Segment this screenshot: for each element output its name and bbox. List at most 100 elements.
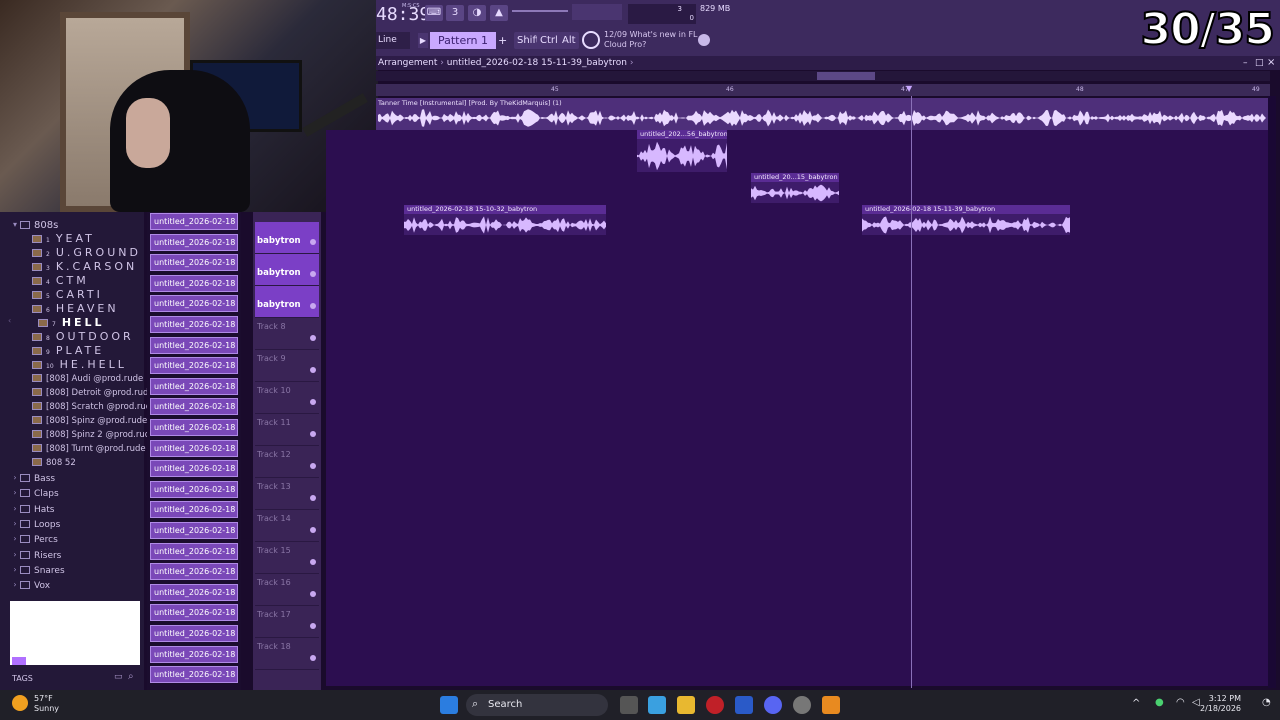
- track-mute-led[interactable]: [310, 335, 316, 341]
- channel-button[interactable]: untitled_2026-02-18 15-...: [150, 295, 238, 313]
- channel-button[interactable]: untitled_2026-02-18 15-...: [150, 480, 238, 498]
- volume-icon[interactable]: ◁: [1192, 697, 1200, 708]
- browser-item[interactable]: 10 HE.HELL: [32, 358, 127, 372]
- channel-button[interactable]: untitled_2026-02-18 15-...: [150, 398, 238, 416]
- channel-button[interactable]: untitled_2026-02-18 15-...: [150, 377, 238, 395]
- preview-play-icon[interactable]: [12, 657, 26, 665]
- browser-folder[interactable]: › Bass: [10, 471, 55, 485]
- file-explorer-icon[interactable]: [677, 696, 695, 714]
- microphone-icon[interactable]: ●: [1155, 697, 1164, 708]
- vertical-scroll-bar[interactable]: [1268, 96, 1276, 688]
- snap-mode-select[interactable]: Line: [376, 32, 410, 49]
- browser-folder[interactable]: › Percs: [10, 532, 57, 546]
- track-mute-led[interactable]: [310, 655, 316, 661]
- browser-item[interactable]: 2 U.GROUND: [32, 246, 141, 260]
- track-mute-led[interactable]: [310, 495, 316, 501]
- channel-button[interactable]: untitled_2026-02-18 15-...: [150, 357, 238, 375]
- step-edit-icon[interactable]: 3: [446, 5, 464, 21]
- browser-item[interactable]: [808] Audi @prod.rude: [32, 372, 143, 386]
- channel-button[interactable]: untitled_2026-02-18 15-...: [150, 666, 238, 684]
- track-header[interactable]: Track 10: [255, 382, 319, 414]
- task-view-icon[interactable]: [620, 696, 638, 714]
- track-header[interactable]: babytron: [255, 254, 319, 286]
- channel-button[interactable]: untitled_2026-02-18 15-...: [150, 501, 238, 519]
- master-pitch-slider[interactable]: [512, 10, 568, 12]
- track-mute-led[interactable]: [310, 271, 316, 277]
- browser-item[interactable]: [808] Detroit @prod.rude: [32, 386, 154, 400]
- track-header[interactable]: Track 18: [255, 638, 319, 670]
- channel-button[interactable]: untitled_2026-02-18 15-...: [150, 336, 238, 354]
- channel-button[interactable]: untitled_2026-02-18 15-...: [150, 460, 238, 478]
- obs-icon[interactable]: [793, 696, 811, 714]
- store-icon[interactable]: [735, 696, 753, 714]
- minimize-icon[interactable]: –: [1243, 58, 1248, 68]
- browser-item[interactable]: 1 YEAT: [32, 232, 95, 246]
- browser-item[interactable]: 3 K.CARSON: [32, 260, 137, 274]
- track-header[interactable]: Track 15: [255, 542, 319, 574]
- track-mute-led[interactable]: [310, 399, 316, 405]
- metronome-icon[interactable]: ▲: [490, 5, 508, 21]
- close-icon[interactable]: ×: [1267, 57, 1275, 68]
- channel-button[interactable]: untitled_2026-02-18 15-...: [150, 439, 238, 457]
- channel-button[interactable]: untitled_2026-02-18 15-...: [150, 316, 238, 333]
- browser-item[interactable]: 6 HEAVEN: [32, 302, 119, 316]
- browser-item[interactable]: [808] Spinz 2 @prod.rude: [32, 428, 155, 442]
- opera-icon[interactable]: [706, 696, 724, 714]
- track-header[interactable]: Track 16: [255, 574, 319, 606]
- copilot-icon[interactable]: [648, 696, 666, 714]
- tray-chevron-icon[interactable]: ^: [1132, 698, 1140, 709]
- browser-item[interactable]: 7 HELL: [38, 316, 105, 330]
- track-mute-led[interactable]: [310, 527, 316, 533]
- track-mute-led[interactable]: [310, 239, 316, 245]
- track-mute-led[interactable]: [310, 559, 316, 565]
- news-panel[interactable]: 12/09 What's new in FL Cloud Pro?: [604, 30, 698, 50]
- maximize-icon[interactable]: □: [1255, 58, 1264, 68]
- track-header[interactable]: Track 13: [255, 478, 319, 510]
- track-header[interactable]: Track 17: [255, 606, 319, 638]
- track-mute-led[interactable]: [310, 591, 316, 597]
- horizontal-scroll-thumb[interactable]: [817, 72, 875, 80]
- search-icon[interactable]: ⌕: [128, 671, 134, 682]
- globe-icon[interactable]: [698, 34, 710, 46]
- wifi-icon[interactable]: ◠: [1176, 697, 1185, 708]
- track-header[interactable]: Track 9: [255, 350, 319, 382]
- ctrl-key-button[interactable]: Ctrl: [537, 32, 561, 49]
- track-header[interactable]: Track 11: [255, 414, 319, 446]
- pattern-selector[interactable]: Pattern 1: [430, 32, 496, 49]
- browser-item[interactable]: [808] Turnt @prod.rude: [32, 442, 146, 456]
- discord-icon[interactable]: [764, 696, 782, 714]
- track-mute-led[interactable]: [310, 431, 316, 437]
- track-mute-led[interactable]: [310, 463, 316, 469]
- channel-button[interactable]: untitled_2026-02-18 15-...: [150, 522, 238, 539]
- wait-input-icon[interactable]: ◑: [468, 5, 486, 21]
- fl-studio-icon[interactable]: [822, 696, 840, 714]
- news-feed-icon[interactable]: [582, 31, 600, 49]
- browser-folder[interactable]: › Hats: [10, 502, 54, 516]
- typing-keyboard-icon[interactable]: ⌨: [425, 5, 443, 21]
- audio-clip[interactable]: untitled_2026-02-18 15-10-32_babytron: [404, 205, 606, 235]
- audio-clip[interactable]: untitled_2026-02-18 15-11-39_babytron: [862, 205, 1070, 235]
- channel-button[interactable]: untitled_2026-02-18 15-...: [150, 213, 238, 230]
- tempo-display[interactable]: [572, 4, 622, 20]
- start-windows-icon[interactable]: [440, 696, 458, 714]
- channel-button[interactable]: untitled_2026-02-18 15-...: [150, 419, 238, 436]
- browser-item[interactable]: [808] Spinz @prod.rude: [32, 414, 147, 428]
- add-pattern-icon[interactable]: +: [498, 33, 508, 48]
- track-header[interactable]: Track 14: [255, 510, 319, 542]
- track-mute-led[interactable]: [310, 303, 316, 309]
- audio-clip[interactable]: untitled_202...56_babytron: [637, 130, 727, 172]
- track-header[interactable]: babytron: [255, 222, 319, 254]
- folder-open-icon[interactable]: ▭: [114, 672, 123, 682]
- browser-item[interactable]: 8 OUTDOOR: [32, 330, 134, 344]
- track-mute-led[interactable]: [310, 623, 316, 629]
- track-header[interactable]: Track 12: [255, 446, 319, 478]
- channel-button[interactable]: untitled_2026-02-18 15-...: [150, 583, 238, 601]
- browser-item[interactable]: 5 CARTI: [32, 288, 103, 302]
- track-header[interactable]: Track 8: [255, 318, 319, 350]
- browser-item[interactable]: 808 52: [32, 456, 76, 470]
- breadcrumb-arrangement[interactable]: Arrangement: [378, 58, 437, 68]
- tags-label[interactable]: TAGS: [12, 674, 33, 683]
- browser-folder[interactable]: › Claps: [10, 486, 58, 500]
- alt-key-button[interactable]: Alt: [559, 32, 579, 49]
- browser-item[interactable]: 4 CTM: [32, 274, 89, 288]
